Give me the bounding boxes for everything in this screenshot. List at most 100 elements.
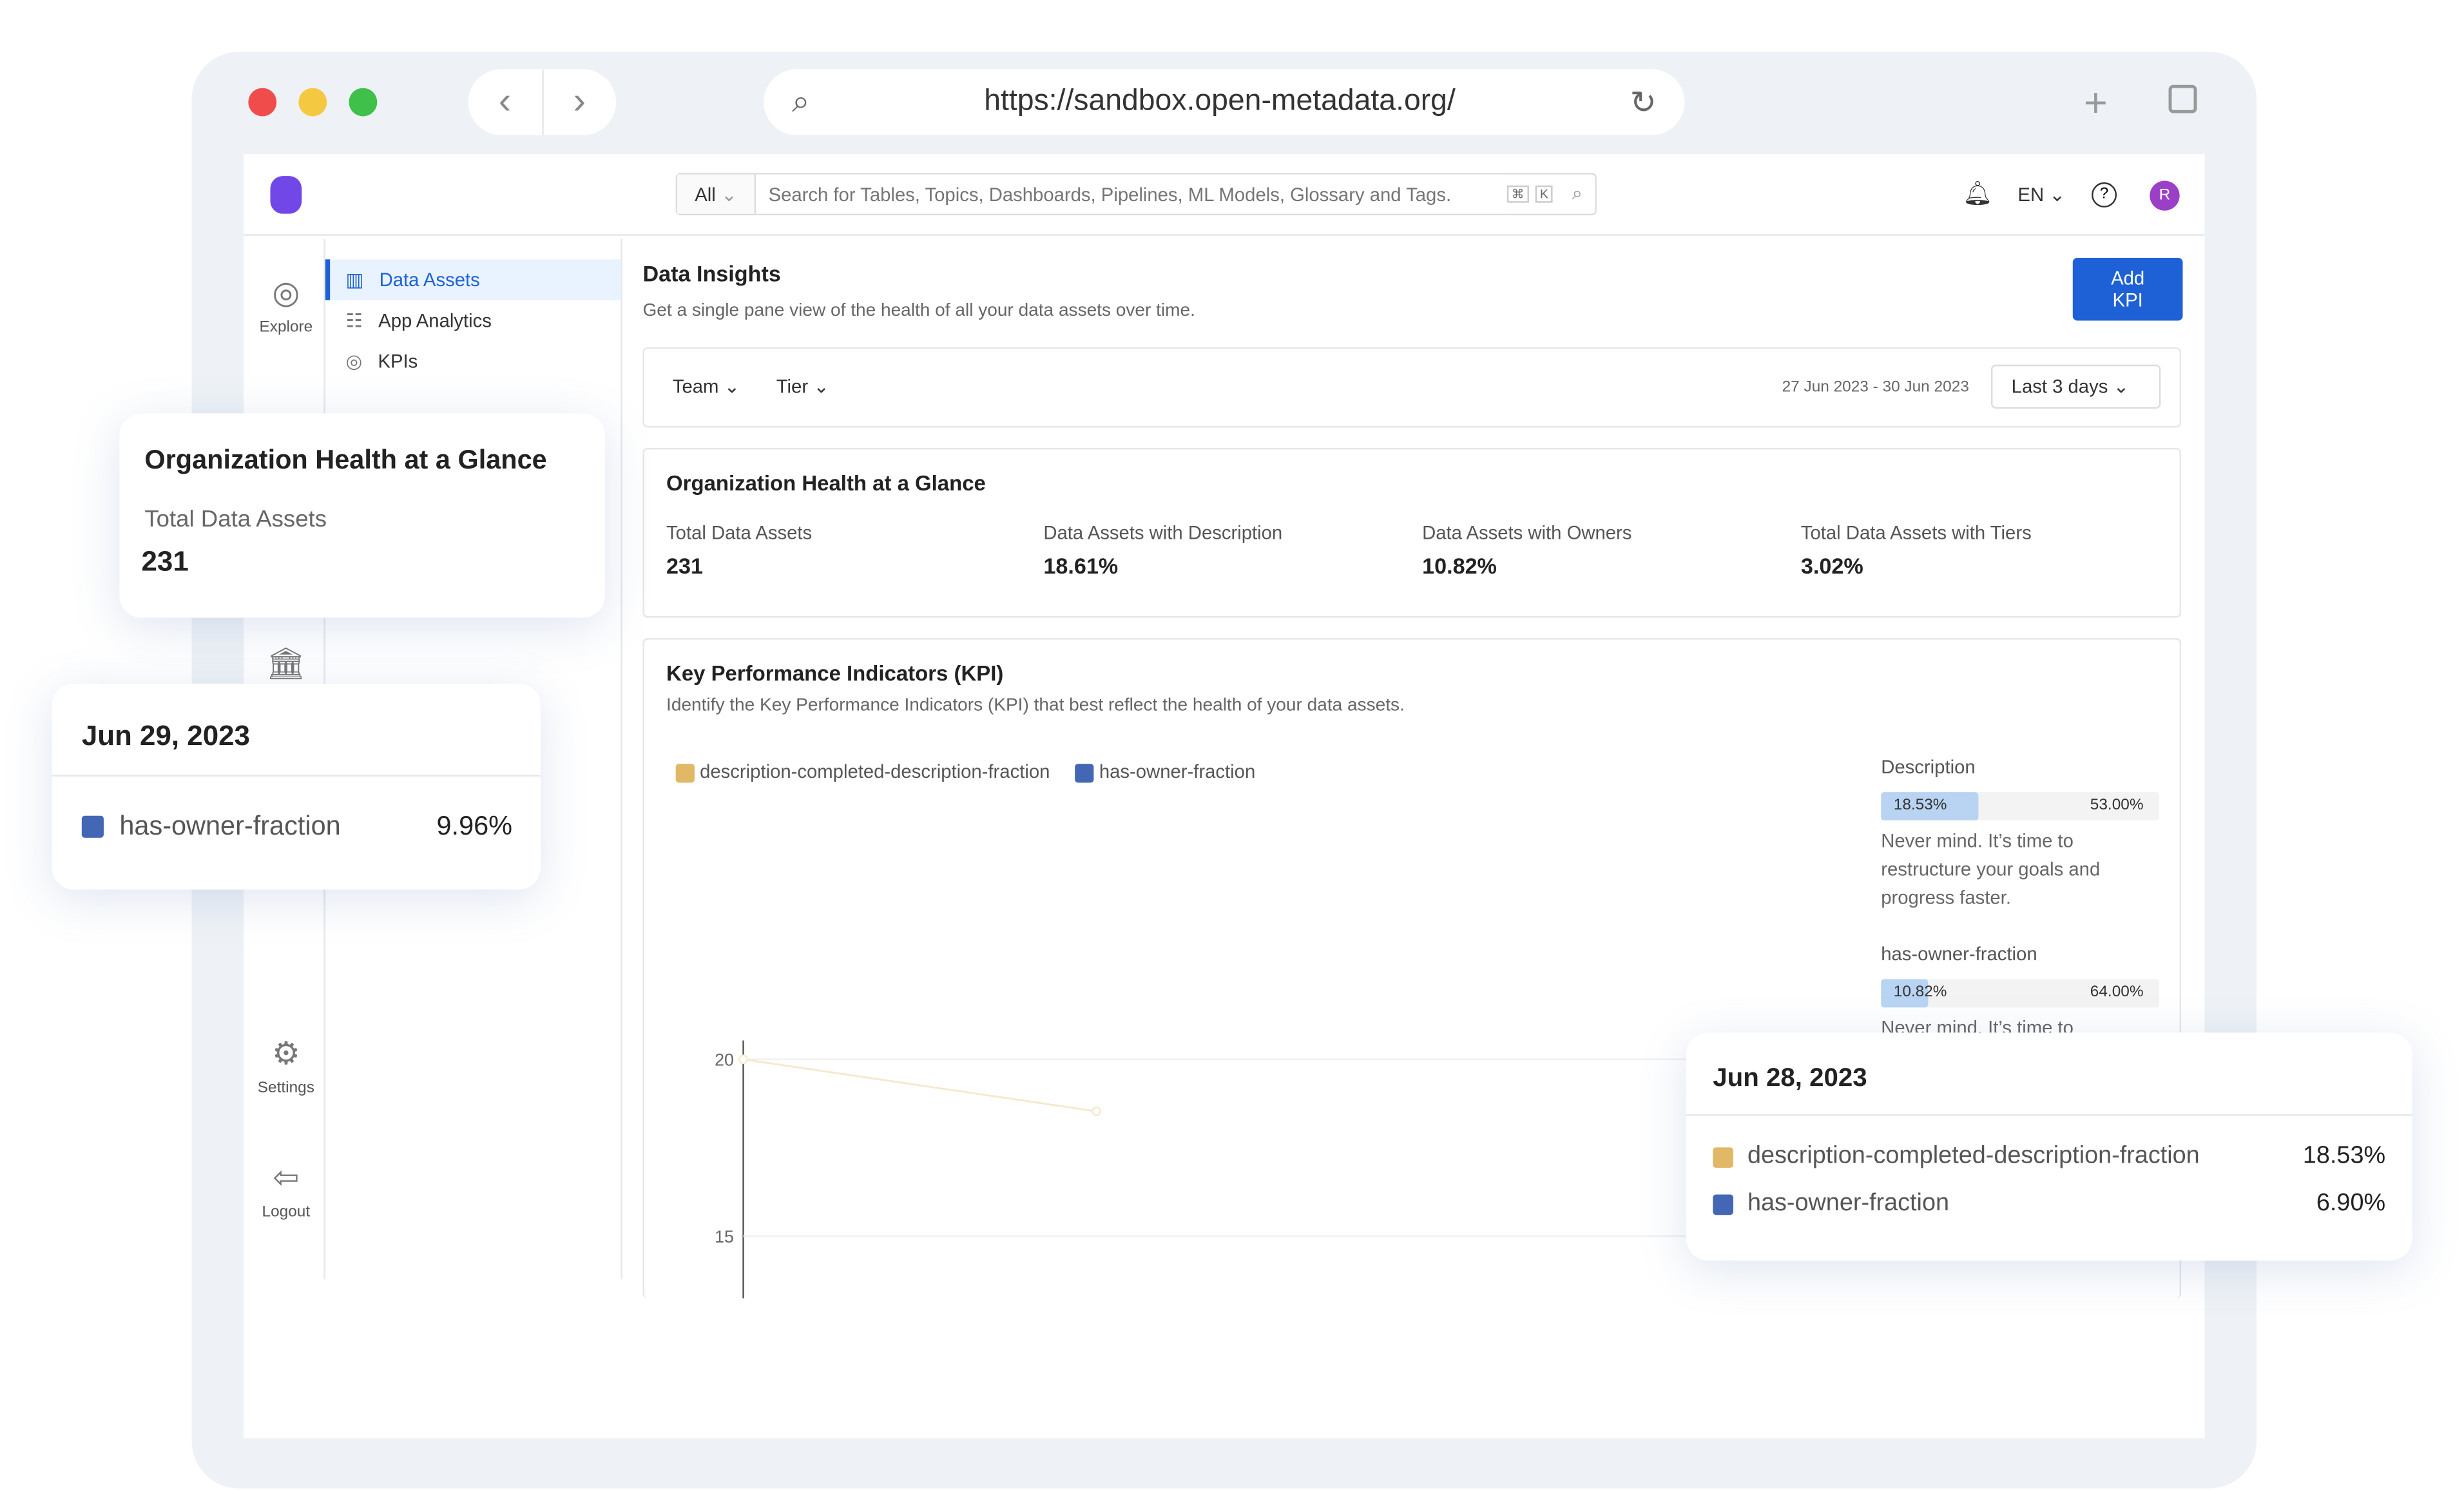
- forward-button[interactable]: ›: [543, 69, 616, 135]
- tooltip-row: has-owner-fraction 9.96%: [81, 811, 513, 842]
- nav-buttons: ‹ ›: [468, 69, 617, 135]
- health-title: Organization Health at a Glance: [666, 471, 986, 496]
- scope-label: All: [695, 183, 716, 206]
- page-subtitle: Get a single pane view of the health of …: [642, 302, 1195, 321]
- close-window-button[interactable]: [248, 88, 277, 117]
- kpi-progress-bar: 18.53% 53.00%: [1881, 792, 2159, 821]
- data-point: [738, 1054, 748, 1065]
- target-icon: ◎: [345, 350, 363, 372]
- subnav-label: KPIs: [378, 350, 418, 372]
- address-bar[interactable]: ⌕ https://sandbox.open-metadata.org/ ↻: [764, 69, 1685, 135]
- metric-tiers: Total Data Assets with Tiers 3.02%: [1801, 522, 2032, 579]
- popup-label: Total Data Assets: [144, 506, 327, 533]
- kbd-cmd: ⌘: [1506, 185, 1529, 203]
- metric-value: 231: [666, 553, 704, 579]
- period-select[interactable]: Last 3 days ⌄: [1990, 364, 2161, 409]
- kbd-k: K: [1535, 185, 1554, 203]
- search-input[interactable]: [756, 174, 1507, 214]
- kpi-target: 64.00%: [2090, 983, 2144, 1001]
- rail-logout[interactable]: ⇦ Logout: [247, 1158, 325, 1221]
- filter-label: Tier: [776, 375, 809, 398]
- subnav-app-analytics[interactable]: ☷ App Analytics: [325, 300, 621, 341]
- kpi-current: 10.82%: [1893, 983, 1947, 1001]
- metric-total: Total Data Assets 231: [666, 522, 812, 579]
- bell-icon[interactable]: 🔔︎: [1963, 179, 1992, 207]
- minimize-window-button[interactable]: [298, 88, 327, 117]
- sliders-icon: ⚙︎: [271, 1037, 300, 1072]
- search-icon[interactable]: ⌕: [1572, 182, 1582, 206]
- tooltip-row: description-completed-description-fracti…: [1713, 1143, 2385, 1171]
- reload-icon[interactable]: ↻: [1630, 82, 1657, 122]
- series-value: 9.96%: [436, 811, 513, 841]
- series-name: has-owner-fraction: [119, 811, 341, 841]
- maximize-window-button[interactable]: [349, 88, 378, 117]
- kpi-current: 18.53%: [1893, 797, 1947, 815]
- kpi-progress-bar: 10.82% 64.00%: [1881, 979, 2159, 1008]
- kpi-progress-list: Description 18.53% 53.00% Never mind. It’…: [1881, 756, 2159, 1074]
- metric-value: 10.82%: [1422, 553, 1497, 579]
- back-button[interactable]: ‹: [468, 69, 543, 135]
- chart-icon: ▥: [345, 269, 364, 291]
- kpi-progress-item: Description 18.53% 53.00% Never mind. It’…: [1881, 756, 2159, 911]
- health-popup: Organization Health at a Glance Total Da…: [119, 413, 605, 618]
- team-filter[interactable]: Team ⌄: [673, 376, 740, 398]
- page-title: Data Insights: [642, 260, 781, 286]
- metric-description: Data Assets with Description 18.61%: [1043, 522, 1282, 579]
- tabs-icon[interactable]: [2168, 84, 2197, 113]
- url-text: https://sandbox.open-metadata.org/: [984, 84, 1456, 118]
- subnav-data-assets[interactable]: ▥ Data Assets: [325, 259, 621, 300]
- metric-label: Total Data Assets: [666, 521, 813, 544]
- series-name: has-owner-fraction: [1747, 1190, 1949, 1217]
- search-scope-select[interactable]: All ⌄: [677, 174, 756, 214]
- date-range: 27 Jun 2023 - 30 Jun 2023: [1782, 378, 1969, 396]
- kpi-message: Never mind. It’s time to restructure you…: [1881, 829, 2101, 909]
- subnav-kpis[interactable]: ◎ KPIs: [325, 341, 621, 382]
- series-swatch: [1713, 1194, 1733, 1214]
- language-label: EN: [2017, 184, 2045, 206]
- globe-search-icon: ◎: [272, 276, 300, 311]
- search-icon: ⌕: [792, 84, 810, 119]
- help-icon[interactable]: ?: [2092, 182, 2117, 208]
- kpi-progress-label: Description: [1881, 756, 1976, 779]
- rail-label: Explore: [259, 319, 313, 336]
- kpi-line-chart: 101520: [715, 1040, 1800, 1299]
- period-label: Last 3 days: [2011, 375, 2108, 398]
- metric-label: Data Assets with Description: [1043, 521, 1283, 544]
- avatar[interactable]: R: [2150, 180, 2180, 211]
- metric-value: 18.61%: [1043, 553, 1119, 579]
- y-tick-label: 20: [715, 1050, 734, 1070]
- language-select[interactable]: EN ⌄: [2017, 184, 2065, 206]
- analytics-icon: ☷: [345, 309, 363, 332]
- series-value: 18.53%: [2302, 1143, 2386, 1170]
- data-point: [1092, 1107, 1101, 1116]
- add-kpi-button[interactable]: Add KPI: [2072, 257, 2183, 321]
- y-tick-label: 15: [715, 1227, 734, 1246]
- tier-filter[interactable]: Tier ⌄: [776, 376, 829, 398]
- global-search: All ⌄ ⌘ K ⌕: [675, 173, 1597, 216]
- kpi-progress-label: has-owner-fraction: [1881, 943, 2037, 965]
- subnav-label: App Analytics: [378, 309, 492, 332]
- screenshot: ‹ › ⌕ https://sandbox.open-metadata.org/ …: [0, 0, 2464, 1490]
- health-card: Organization Health at a Glance Total Da…: [642, 448, 2182, 618]
- rail-label: Logout: [262, 1204, 311, 1221]
- series-value: 6.90%: [2316, 1190, 2386, 1217]
- metric-label: Total Data Assets with Tiers: [1800, 521, 2032, 544]
- series-line-0: [743, 1058, 1097, 1112]
- metric-value: 3.02%: [1800, 553, 1863, 579]
- popup-title: Organization Health at a Glance: [144, 445, 547, 475]
- tooltip-jun29: Jun 29, 2023 has-owner-fraction 9.96%: [52, 683, 541, 890]
- kpi-target: 53.00%: [2090, 797, 2144, 815]
- series-swatch: [1713, 1147, 1733, 1167]
- openmetadata-logo[interactable]: [270, 176, 302, 214]
- tooltip-row: has-owner-fraction 6.90%: [1713, 1190, 2385, 1218]
- popup-value: 231: [141, 545, 189, 577]
- metric-owners: Data Assets with Owners 10.82%: [1422, 522, 1631, 579]
- series-name: description-completed-description-fracti…: [1747, 1143, 2200, 1170]
- rail-settings[interactable]: ⚙︎ Settings: [247, 1034, 325, 1098]
- filter-label: Team: [672, 375, 719, 398]
- new-tab-icon[interactable]: +: [2084, 79, 2108, 128]
- rail-explore[interactable]: ◎ Explore: [247, 273, 325, 336]
- bank-icon: 🏛︎: [265, 647, 306, 682]
- subnav-label: Data Assets: [379, 269, 480, 291]
- filter-bar: Team ⌄ Tier ⌄ 27 Jun 2023 - 30 Jun 2023 …: [642, 347, 2182, 428]
